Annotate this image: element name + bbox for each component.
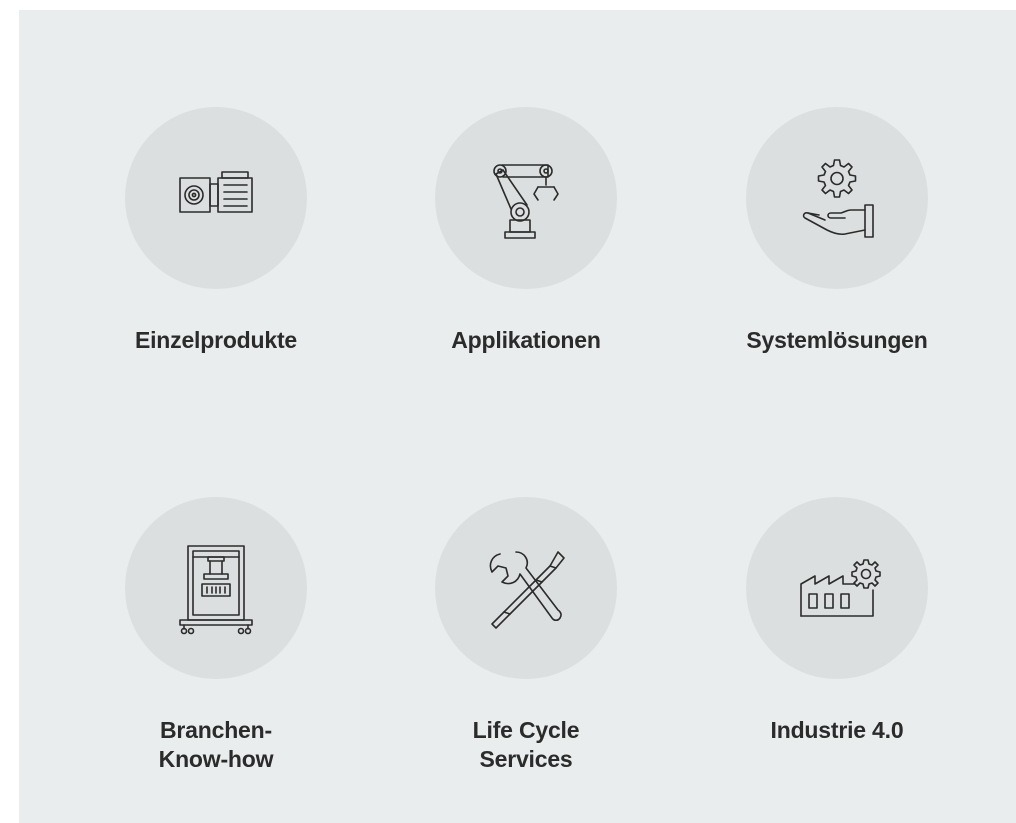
icon-circle bbox=[746, 497, 928, 679]
tile-life-cycle-services[interactable]: Life Cycle Services bbox=[386, 497, 666, 774]
icon-circle bbox=[746, 107, 928, 289]
icon-circle bbox=[125, 107, 307, 289]
icon-circle bbox=[435, 497, 617, 679]
hand-gear-icon bbox=[802, 159, 874, 238]
tile-label: Applikationen bbox=[451, 327, 601, 353]
category-panel: Einzelprodukte Applikationen Systemlösun… bbox=[19, 10, 1016, 823]
wrench-screwdriver-icon bbox=[489, 551, 565, 629]
tile-industrie-4-0[interactable]: Industrie 4.0 bbox=[697, 497, 977, 745]
tile-label: Einzelprodukte bbox=[134, 327, 298, 353]
icon-circle bbox=[435, 107, 617, 289]
tile-applikationen[interactable]: Applikationen bbox=[386, 107, 666, 355]
tile-systemloesungen[interactable]: Systemlösungen bbox=[697, 107, 977, 355]
gear-motor-icon bbox=[179, 171, 253, 213]
tile-label: Life Cycle Services bbox=[472, 717, 580, 772]
robot-arm-icon bbox=[493, 164, 559, 239]
tile-label: Industrie 4.0 bbox=[770, 717, 904, 743]
tile-label: Systemlösungen bbox=[746, 327, 928, 353]
press-machine-icon bbox=[179, 545, 253, 635]
tile-branchen-know-how[interactable]: Branchen- Know-how bbox=[76, 497, 356, 774]
tile-label: Branchen- Know-how bbox=[158, 717, 274, 772]
icon-circle bbox=[125, 497, 307, 679]
factory-gear-icon bbox=[800, 559, 881, 617]
tile-einzelprodukte[interactable]: Einzelprodukte bbox=[76, 107, 356, 355]
